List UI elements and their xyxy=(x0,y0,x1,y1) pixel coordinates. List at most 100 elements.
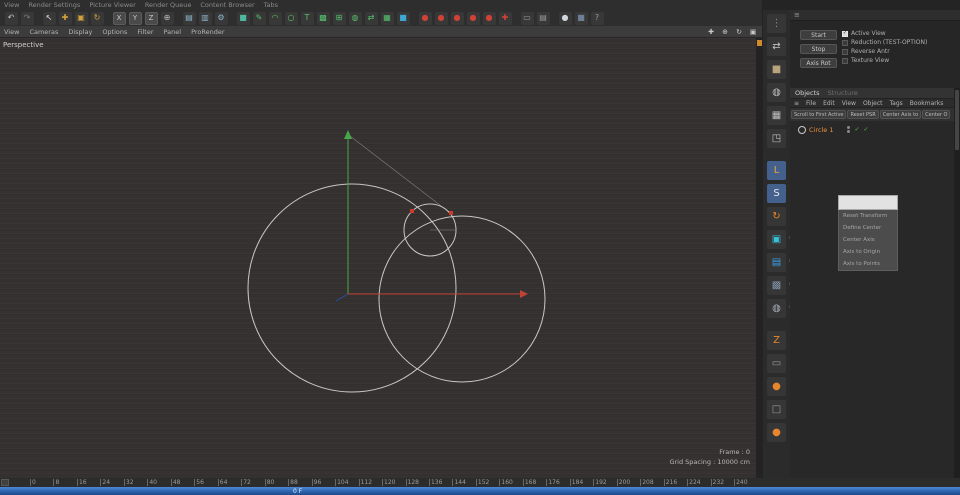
panel-menu-icon[interactable]: ≡ xyxy=(794,11,800,19)
menubar-item[interactable]: Render Queue xyxy=(145,1,192,9)
object-menu-item[interactable]: Object xyxy=(863,100,883,107)
stop-button[interactable]: Stop xyxy=(800,44,837,54)
camera-object-icon[interactable]: ● xyxy=(482,11,496,25)
menubar-item[interactable]: Picture Viewer xyxy=(89,1,136,9)
workplane-dot-icon[interactable]: ● xyxy=(767,423,786,442)
magnet-dot-icon[interactable]: ● xyxy=(767,377,786,396)
enabled-check-icon-2[interactable]: ✓ xyxy=(864,126,869,133)
zoom-view-icon[interactable]: ⊕ xyxy=(720,27,730,37)
solo-mode-icon[interactable]: S xyxy=(767,184,786,203)
object-axis-mode-icon[interactable]: ◳ xyxy=(767,129,786,148)
coordinate-system-icon[interactable]: ⊕ xyxy=(160,11,174,25)
help-icon[interactable]: ? xyxy=(590,11,604,25)
environment-object-icon[interactable]: ● xyxy=(450,11,464,25)
timeline-ruler[interactable]: 0 8 16 24 32 40 48 56 64 72 80 88 96 104 112 120 128 136 1… xyxy=(0,478,960,487)
rotate-swirl-icon[interactable]: ↻ xyxy=(767,207,786,226)
workplane-mode-icon[interactable]: ▦ xyxy=(767,106,786,125)
transport-checkbox[interactable]: Texture View xyxy=(842,57,889,64)
points-mode-icon[interactable]: ▣⚙ xyxy=(767,230,795,249)
context-menu-item[interactable]: Define Center xyxy=(839,222,897,234)
context-menu-header[interactable] xyxy=(838,195,898,210)
checkbox-icon[interactable] xyxy=(842,57,848,64)
snap-icon[interactable]: ▭ xyxy=(767,354,786,373)
object-menu-item[interactable]: Edit xyxy=(823,100,835,107)
render-settings-icon[interactable]: ⚙ xyxy=(214,11,228,25)
array-generator-icon[interactable]: ⊞ xyxy=(332,11,346,25)
symmetry-generator-icon[interactable]: ⇄ xyxy=(364,11,378,25)
visibility-dots[interactable] xyxy=(847,126,851,133)
viewport-menu-item[interactable]: View xyxy=(4,28,19,36)
spline-arc-icon[interactable]: ◠ xyxy=(268,11,282,25)
uv-mode-icon[interactable]: ◍⚙ xyxy=(767,299,795,318)
object-tree[interactable]: Circle 1 ✓ ✓ xyxy=(790,121,960,478)
timeline-corner-box[interactable] xyxy=(1,479,9,486)
viewport[interactable]: Perspective Frame : 0 Grid Spacing : 100… xyxy=(0,38,756,478)
playhead-label[interactable]: 0 F xyxy=(293,488,302,495)
axis-rot-button[interactable]: Axis Rot xyxy=(800,58,837,68)
sky-object-icon[interactable]: ● xyxy=(434,11,448,25)
viewport-menu-item[interactable]: Display xyxy=(68,28,92,36)
sphere-shade-icon[interactable]: ● xyxy=(558,11,572,25)
object-action-button[interactable]: Scroll to First Active xyxy=(791,110,847,119)
scale-tool-icon[interactable]: ▣ xyxy=(74,11,88,25)
move-tool-icon[interactable]: ✚ xyxy=(58,11,72,25)
enable-axis-icon[interactable]: L xyxy=(767,161,786,180)
panel-scrollbar[interactable] xyxy=(954,88,960,478)
cube-primitive-icon[interactable]: ■ xyxy=(236,11,250,25)
context-menu-item[interactable]: Axis to Points xyxy=(839,258,897,270)
menubar-item[interactable]: Content Browser xyxy=(200,1,254,9)
polygons-mode-icon[interactable]: ▩⚙ xyxy=(767,276,795,295)
grid-snap-icon[interactable]: □ xyxy=(767,400,786,419)
object-name[interactable]: Circle 1 xyxy=(809,126,833,134)
spline-circle-icon[interactable]: ○ xyxy=(284,11,298,25)
render-view-icon[interactable]: ▤ xyxy=(182,11,196,25)
workplane-icon[interactable]: ■ xyxy=(396,11,410,25)
menubar-item[interactable]: View xyxy=(4,1,19,9)
history-icon[interactable]: Z xyxy=(767,331,786,350)
panel-scrollbar-handle[interactable] xyxy=(955,90,959,150)
menubar-item[interactable]: Render Settings xyxy=(28,1,80,9)
edges-mode-icon[interactable]: ▤⚙ xyxy=(767,253,795,272)
rotate-view-icon[interactable]: ↻ xyxy=(734,27,744,37)
make-editable-icon[interactable]: ⇄ xyxy=(767,37,786,56)
tab-objects[interactable]: Objects xyxy=(795,89,820,97)
object-row-circle[interactable]: Circle 1 ✓ ✓ xyxy=(790,124,960,135)
viewport-menu-item[interactable]: Panel xyxy=(164,28,182,36)
lock-x-button[interactable]: X xyxy=(112,11,126,25)
object-menu-item[interactable]: Bookmarks xyxy=(910,100,944,107)
spline-pen-icon[interactable]: ✎ xyxy=(252,11,266,25)
model-mode-icon[interactable]: ■ xyxy=(767,60,786,79)
undo-icon[interactable]: ↶ xyxy=(4,11,18,25)
viewport-menu-item[interactable]: Cameras xyxy=(29,28,58,36)
render-picture-viewer-icon[interactable]: ▥ xyxy=(198,11,212,25)
lock-y-button[interactable]: Y xyxy=(128,11,142,25)
subdivision-surface-icon[interactable]: ▩ xyxy=(316,11,330,25)
checkbox-checked-icon[interactable]: ✓ xyxy=(842,30,848,37)
viewport-scrollbar-handle[interactable] xyxy=(757,40,762,46)
object-action-button[interactable]: Center O xyxy=(922,110,951,119)
lock-z-button[interactable]: Z xyxy=(144,11,158,25)
rotate-tool-icon[interactable]: ↻ xyxy=(90,11,104,25)
object-action-button[interactable]: Center Axis to xyxy=(879,110,922,119)
context-menu-item[interactable]: Center Axis xyxy=(839,234,897,246)
floor-object-icon[interactable]: ● xyxy=(418,11,432,25)
object-menu-icon[interactable]: ≡ xyxy=(794,100,799,107)
maximize-view-icon[interactable]: ▣ xyxy=(748,27,758,37)
context-menu-item[interactable]: Axis to Origin xyxy=(839,246,897,258)
viewport-scrollbar[interactable] xyxy=(756,38,763,478)
viewport-menu-item[interactable]: Filter xyxy=(137,28,153,36)
pan-view-icon[interactable]: ✚ xyxy=(706,27,716,37)
context-menu-item[interactable]: Reset Transform xyxy=(839,210,897,222)
transport-checkbox[interactable]: ✓ Active View xyxy=(842,30,886,37)
cube-shade-icon[interactable]: ■ xyxy=(574,11,588,25)
record-icon[interactable]: ▤ xyxy=(536,11,550,25)
stage-object-icon[interactable]: ✚ xyxy=(498,11,512,25)
timeline-range-bar[interactable]: 0 F xyxy=(0,487,960,495)
menubar-item[interactable]: Tabs xyxy=(264,1,278,9)
checkbox-icon[interactable] xyxy=(842,48,848,55)
object-menu-item[interactable]: View xyxy=(842,100,856,107)
object-menu-item[interactable]: File xyxy=(806,100,816,107)
spline-text-icon[interactable]: T xyxy=(300,11,314,25)
viewport-camera-label[interactable]: Perspective xyxy=(3,41,44,49)
instance-generator-icon[interactable]: ▦ xyxy=(380,11,394,25)
